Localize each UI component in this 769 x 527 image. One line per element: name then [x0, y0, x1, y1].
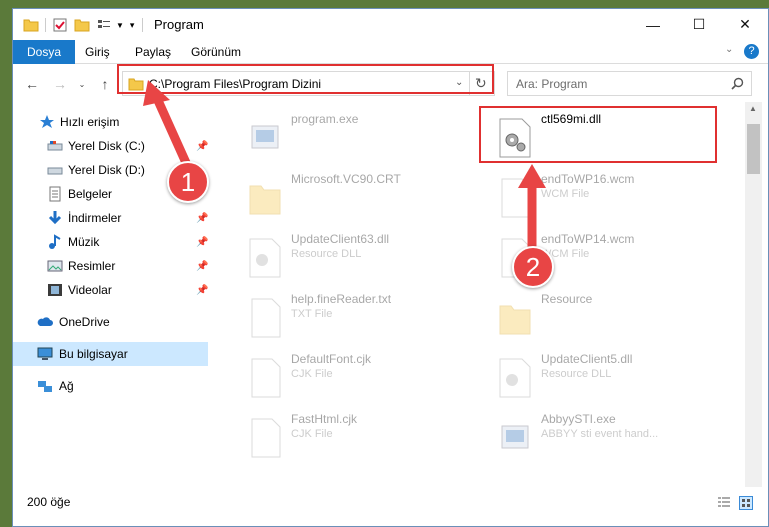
annotation-arrows — [143, 80, 546, 253]
step-badge-2: 2 — [512, 246, 554, 288]
step-badge-1: 1 — [167, 161, 209, 203]
